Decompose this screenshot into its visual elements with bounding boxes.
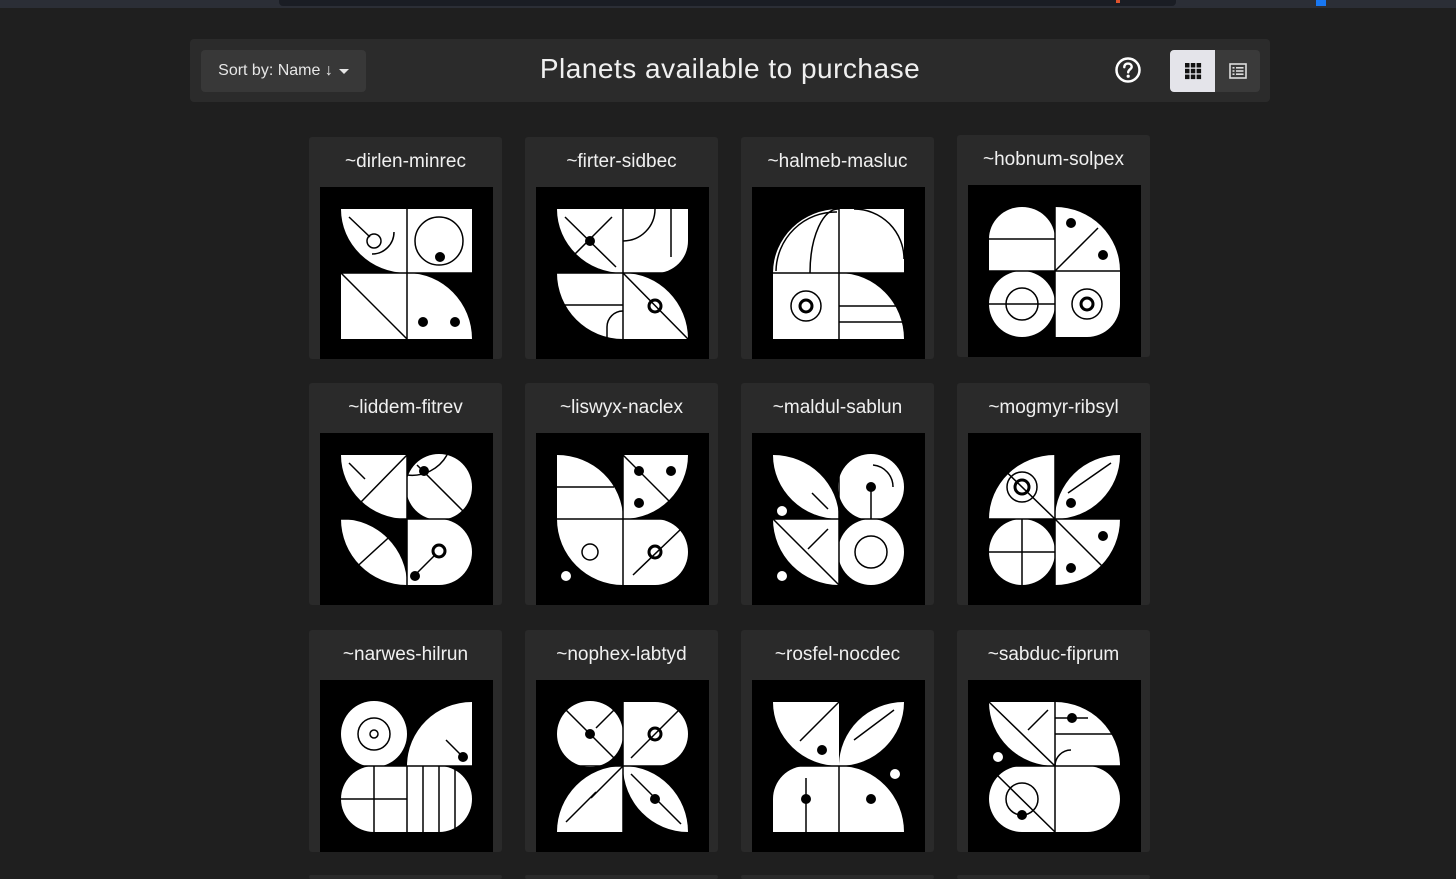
planet-card[interactable]: ~rosfel-nocdec (741, 630, 934, 852)
page-header: Sort by: Name ↓ Planets available to pur… (190, 39, 1270, 102)
planet-sigil-image (536, 680, 709, 852)
planet-card[interactable]: ~firter-sidbec (525, 137, 718, 359)
planet-sigil-image (752, 680, 925, 852)
planet-sigil-image (320, 680, 493, 852)
sort-label: Sort by: Name ↓ (218, 62, 333, 79)
planet-card[interactable]: ~nophex-labtyd (525, 630, 718, 852)
planet-card[interactable]: ~liswyx-naclex (525, 383, 718, 605)
view-mode-toggle (1170, 50, 1260, 92)
planet-name: ~liswyx-naclex (559, 397, 683, 418)
planet-card[interactable] (525, 875, 718, 879)
planet-name: ~halmeb-masluc (767, 151, 908, 172)
planet-name: ~sabduc-fiprum (987, 644, 1120, 665)
grid-view-button[interactable] (1170, 50, 1215, 92)
planet-card[interactable] (957, 875, 1150, 879)
address-bar[interactable] (279, 0, 1176, 6)
planet-name: ~mogmyr-ribsyl (988, 397, 1119, 418)
planet-name: ~narwes-hilrun (342, 644, 469, 665)
planet-card[interactable]: ~sabduc-fiprum (957, 630, 1150, 852)
planet-card[interactable] (741, 875, 934, 879)
browser-top-bar (0, 0, 1456, 8)
planet-sigil-image (320, 187, 493, 359)
planet-name: ~dirlen-minrec (345, 151, 466, 172)
planet-sigil-image (968, 680, 1141, 852)
planet-name: ~nophex-labtyd (556, 644, 687, 665)
planet-sigil-image (968, 185, 1141, 357)
planet-card[interactable]: ~maldul-sablun (741, 383, 934, 605)
planet-name: ~maldul-sablun (772, 397, 903, 418)
extension-icon[interactable] (1316, 0, 1326, 6)
caret-down-icon (338, 68, 349, 74)
planet-name: ~rosfel-nocdec (774, 644, 901, 665)
list-icon (1228, 63, 1247, 79)
planet-sigil-image (320, 433, 493, 605)
list-view-button[interactable] (1215, 50, 1260, 92)
planet-card[interactable]: ~dirlen-minrec (309, 137, 502, 359)
planet-card[interactable]: ~mogmyr-ribsyl (957, 383, 1150, 605)
planet-sigil-image (536, 433, 709, 605)
planet-sigil-image (968, 433, 1141, 605)
planet-sigil-image (752, 187, 925, 359)
planet-name: ~hobnum-solpex (982, 149, 1124, 170)
planet-card[interactable] (309, 875, 502, 879)
planet-card[interactable]: ~narwes-hilrun (309, 630, 502, 852)
planet-sigil-image (536, 187, 709, 359)
help-icon[interactable] (1114, 56, 1142, 84)
planet-card[interactable]: ~hobnum-solpex (957, 135, 1150, 357)
planet-sigil-image (752, 433, 925, 605)
sort-dropdown-button[interactable]: Sort by: Name ↓ (201, 50, 366, 92)
grid-icon (1184, 63, 1201, 80)
planet-name: ~liddem-fitrev (348, 397, 463, 418)
extension-indicator (1116, 0, 1120, 3)
planet-card[interactable]: ~halmeb-masluc (741, 137, 934, 359)
planet-card[interactable]: ~liddem-fitrev (309, 383, 502, 605)
planet-name: ~firter-sidbec (566, 151, 677, 172)
